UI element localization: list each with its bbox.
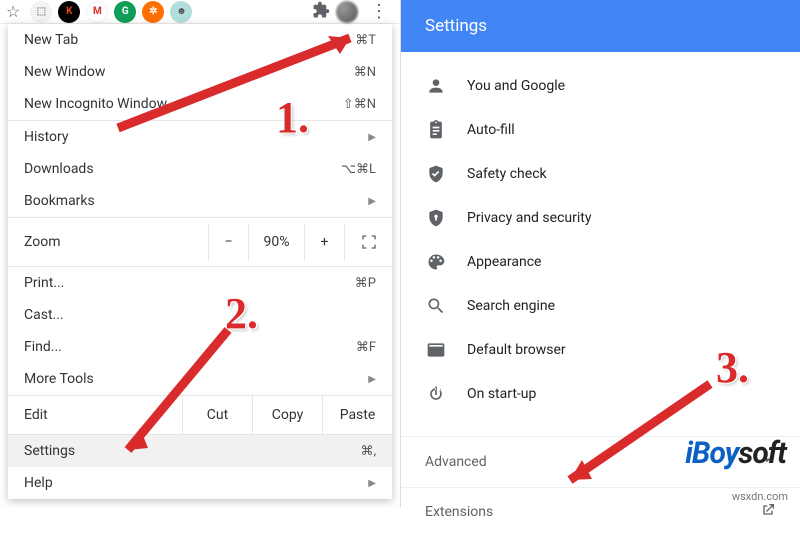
- profile-avatar[interactable]: [336, 1, 358, 23]
- paste-button[interactable]: Paste: [322, 395, 392, 435]
- menu-print[interactable]: Print... ⌘P: [8, 267, 392, 299]
- extension-toolbar: ☆ ⬚ K M G ✲ ☻ ⋮: [0, 0, 400, 24]
- shortcut: ⌘T: [355, 33, 376, 48]
- label: New Window: [24, 64, 354, 80]
- clipboard-icon: [425, 119, 447, 141]
- shield-check-icon: [425, 163, 447, 185]
- shortcut: ⌘P: [355, 276, 376, 291]
- chevron-right-icon: ▶: [368, 478, 376, 489]
- settings-appearance[interactable]: Appearance: [401, 240, 800, 284]
- menu-edit: Edit Cut Copy Paste: [8, 395, 392, 435]
- shortcut: ⌘,: [360, 444, 376, 459]
- external-link-icon: [760, 502, 776, 522]
- label: You and Google: [467, 78, 565, 94]
- star-icon[interactable]: ☆: [6, 2, 20, 21]
- label: Privacy and security: [467, 210, 591, 226]
- ext-icon-3[interactable]: G: [114, 1, 136, 23]
- cut-button[interactable]: Cut: [182, 395, 252, 435]
- settings-safety-check[interactable]: Safety check: [401, 152, 800, 196]
- chevron-right-icon: ▶: [368, 374, 376, 385]
- ext-icon-5[interactable]: ☻: [170, 1, 192, 23]
- label: Help: [24, 475, 368, 491]
- label: Print...: [24, 275, 355, 291]
- source-text: wsxdn.com: [732, 490, 788, 503]
- watermark-logo: iBoysoft: [685, 436, 786, 471]
- label: Default browser: [467, 342, 566, 358]
- label: Appearance: [467, 254, 541, 270]
- label: New Tab: [24, 32, 355, 48]
- power-icon: [425, 383, 447, 405]
- label: On start-up: [467, 386, 536, 402]
- menu-more-tools[interactable]: More Tools ▶: [8, 363, 392, 395]
- annotation-step-3: 3.: [716, 342, 749, 393]
- chrome-menu-dropdown: New Tab ⌘T New Window ⌘N New Incognito W…: [8, 24, 392, 499]
- chrome-settings-panel: Settings You and Google Auto-fill Safety…: [400, 0, 800, 507]
- label: Extensions: [425, 504, 493, 520]
- annotation-step-1: 1.: [276, 92, 309, 143]
- browser-icon: [425, 339, 447, 361]
- label: More Tools: [24, 371, 368, 387]
- label: Bookmarks: [24, 193, 368, 209]
- palette-icon: [425, 251, 447, 273]
- label: Search engine: [467, 298, 555, 314]
- ext-icon-4[interactable]: ✲: [142, 1, 164, 23]
- chevron-right-icon: ▶: [368, 132, 376, 143]
- label: Downloads: [24, 161, 341, 177]
- menu-find[interactable]: Find... ⌘F: [8, 331, 392, 363]
- settings-title: Settings: [401, 0, 800, 52]
- chevron-right-icon: ▶: [368, 196, 376, 207]
- menu-zoom: Zoom − 90% +: [8, 217, 392, 267]
- menu-cast[interactable]: Cast...: [8, 299, 392, 331]
- menu-settings[interactable]: Settings ⌘,: [8, 435, 392, 467]
- label: Find...: [24, 339, 356, 355]
- person-icon: [425, 75, 447, 97]
- ext-icon-0[interactable]: ⬚: [30, 1, 52, 23]
- zoom-out-button[interactable]: −: [208, 224, 248, 260]
- label: History: [24, 129, 368, 145]
- shortcut: ⌘F: [356, 340, 376, 355]
- ext-icon-1[interactable]: K: [58, 1, 80, 23]
- copy-button[interactable]: Copy: [252, 395, 322, 435]
- fullscreen-icon[interactable]: [344, 224, 392, 260]
- menu-bookmarks[interactable]: Bookmarks ▶: [8, 185, 392, 217]
- search-icon: [425, 295, 447, 317]
- label: Settings: [24, 443, 360, 459]
- settings-search-engine[interactable]: Search engine: [401, 284, 800, 328]
- shortcut: ⌥⌘L: [341, 162, 376, 177]
- extensions-icon[interactable]: [312, 1, 330, 23]
- label: Safety check: [467, 166, 547, 182]
- label: Zoom: [24, 234, 208, 250]
- zoom-percent: 90%: [248, 224, 304, 260]
- settings-autofill[interactable]: Auto-fill: [401, 108, 800, 152]
- menu-new-tab[interactable]: New Tab ⌘T: [8, 24, 392, 56]
- chrome-menu-panel: ☆ ⬚ K M G ✲ ☻ ⋮ New Tab ⌘T New Window ⌘N…: [0, 0, 400, 507]
- settings-you-and-google[interactable]: You and Google: [401, 64, 800, 108]
- menu-help[interactable]: Help ▶: [8, 467, 392, 499]
- label: Advanced: [425, 454, 487, 470]
- shield-icon: [425, 207, 447, 229]
- label: Auto-fill: [467, 122, 515, 138]
- settings-privacy[interactable]: Privacy and security: [401, 196, 800, 240]
- menu-downloads[interactable]: Downloads ⌥⌘L: [8, 153, 392, 185]
- zoom-in-button[interactable]: +: [304, 224, 344, 260]
- label: Edit: [24, 407, 182, 423]
- shortcut: ⇧⌘N: [343, 97, 376, 112]
- kebab-menu-icon[interactable]: ⋮: [364, 1, 394, 22]
- menu-history[interactable]: History ▶: [8, 121, 392, 153]
- shortcut: ⌘N: [354, 65, 376, 80]
- menu-incognito[interactable]: New Incognito Window ⇧⌘N: [8, 88, 392, 120]
- annotation-step-2: 2.: [225, 288, 258, 339]
- ext-icon-2[interactable]: M: [86, 1, 108, 23]
- menu-new-window[interactable]: New Window ⌘N: [8, 56, 392, 88]
- label: Cast...: [24, 307, 376, 323]
